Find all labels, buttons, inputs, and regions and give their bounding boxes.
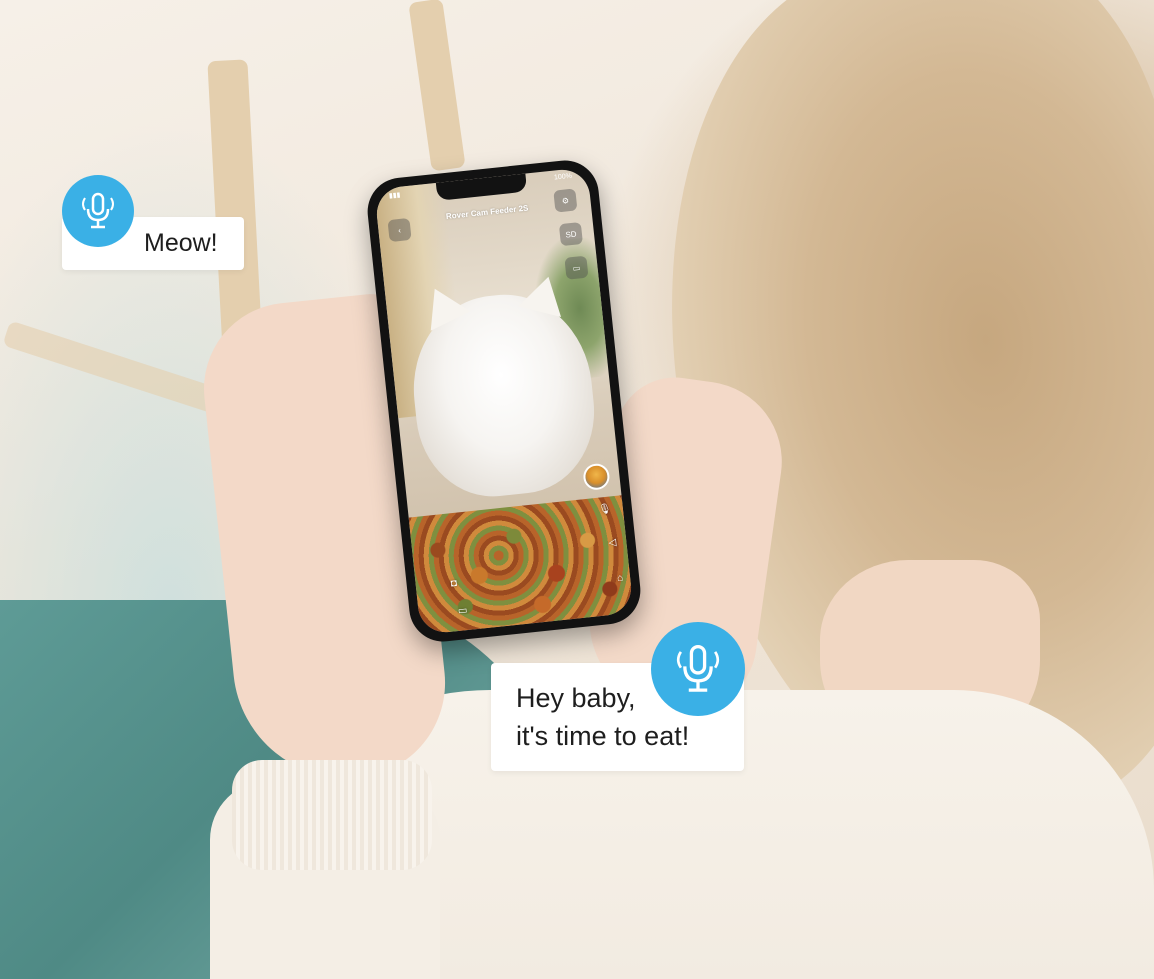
phone-screen: ▮▮▮ 100% ‹ Rover Cam Feeder 2S ⚙ SD ▭ 🎙 …: [374, 167, 634, 635]
microphone-icon: [82, 192, 114, 229]
microphone-icon[interactable]: 🎙: [596, 500, 614, 518]
settings-button[interactable]: ⚙: [553, 188, 578, 213]
feed-icon[interactable]: ⌂: [611, 569, 629, 587]
chevron-left-icon: ‹: [397, 225, 402, 235]
battery-icon: ▭: [572, 262, 581, 273]
smartphone: ▮▮▮ 100% ‹ Rover Cam Feeder 2S ⚙ SD ▭ 🎙 …: [364, 157, 644, 645]
chair-leg: [408, 0, 466, 172]
owner-text-line-2: it's time to eat!: [516, 721, 690, 751]
microphone-badge: [651, 622, 745, 716]
signal-icon: ▮▮▮: [388, 191, 401, 200]
microphone-badge: [62, 175, 134, 247]
sd-label: SD: [564, 229, 577, 240]
photo-scene: ▮▮▮ 100% ‹ Rover Cam Feeder 2S ⚙ SD ▭ 🎙 …: [0, 0, 1154, 979]
owner-text-line-1: Hey baby,: [516, 683, 636, 713]
gear-icon: ⚙: [561, 195, 570, 206]
back-button[interactable]: ‹: [387, 217, 412, 243]
video-icon[interactable]: ▭: [454, 602, 472, 620]
microphone-icon: [676, 644, 720, 692]
speaker-icon[interactable]: ◁: [604, 534, 622, 552]
battery-button[interactable]: ▭: [564, 255, 589, 280]
battery-status: 100%: [553, 172, 573, 182]
pet-avatar[interactable]: [582, 462, 611, 492]
meow-text: Meow!: [144, 229, 218, 257]
sweater-cuff: [232, 760, 432, 870]
sd-button[interactable]: SD: [558, 222, 584, 247]
camera-icon[interactable]: ◘: [445, 574, 463, 592]
